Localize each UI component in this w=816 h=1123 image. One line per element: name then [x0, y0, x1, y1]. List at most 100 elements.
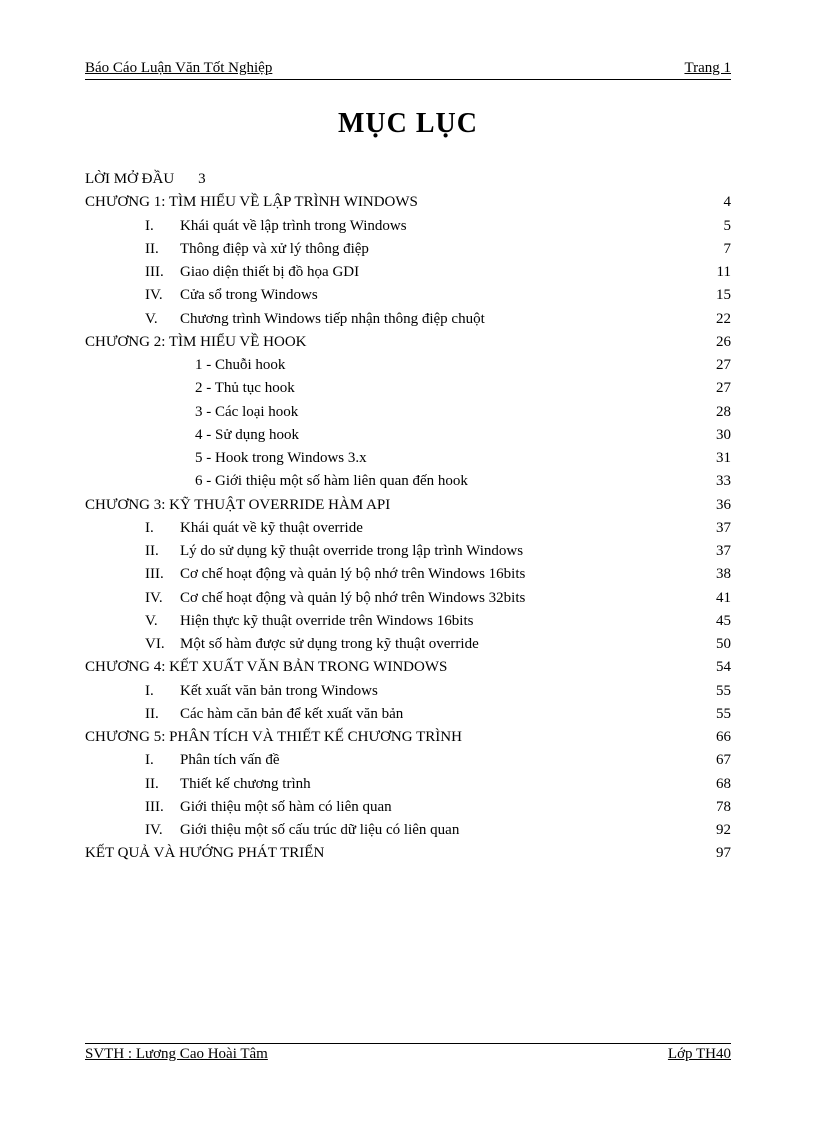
toc-page-number: 41: [701, 587, 731, 610]
toc-page-number: 36: [701, 494, 731, 517]
toc-row-left: 2 - Thủ tục hook: [85, 377, 295, 400]
toc-item-number: II.: [145, 703, 180, 726]
toc-page-number: 11: [701, 261, 731, 284]
toc-item-text: Lý do sử dụng kỹ thuật override trong lậ…: [180, 540, 523, 563]
toc-row-left: II.Thiết kế chương trình: [85, 773, 311, 796]
toc-item-text: 4 - Sử dụng hook: [195, 424, 299, 447]
toc-item-number: II.: [145, 773, 180, 796]
toc-page-number: 78: [701, 796, 731, 819]
toc-page-number: 31: [701, 447, 731, 470]
toc-item-text: Cơ chế hoạt động và quản lý bộ nhớ trên …: [180, 587, 525, 610]
toc-page-number: 15: [701, 284, 731, 307]
toc-row-left: III.Cơ chế hoạt động và quản lý bộ nhớ t…: [85, 563, 525, 586]
toc-item-number: I.: [145, 680, 180, 703]
toc-page-number: 26: [701, 331, 731, 354]
toc-row-left: 4 - Sử dụng hook: [85, 424, 299, 447]
toc-row-left: CHƯƠNG 3: KỸ THUẬT OVERRIDE HÀM API: [85, 494, 701, 517]
toc-row: 4 - Sử dụng hook 30: [85, 424, 731, 447]
toc-item-number: I.: [145, 749, 180, 772]
toc-row: 6 - Giới thiệu một số hàm liên quan đến …: [85, 470, 731, 493]
toc-row: II.Thông điệp và xử lý thông điệp 7: [85, 238, 731, 261]
toc-page-number: 67: [701, 749, 731, 772]
toc-row-left: CHƯƠNG 4: KẾT XUẤT VĂN BẢN TRONG WINDOWS: [85, 656, 701, 679]
toc-chapter-title: CHƯƠNG 2: TÌM HIỂU VỀ HOOK: [85, 331, 307, 354]
toc-row: CHƯƠNG 2: TÌM HIỂU VỀ HOOK 26: [85, 331, 731, 354]
toc-item-number: III.: [145, 261, 180, 284]
toc-row: IV.Cửa sổ trong Windows15: [85, 284, 731, 307]
page-footer: SVTH : Lương Cao Hoài Tâm Lớp TH40: [85, 1043, 731, 1063]
toc-item-number: IV.: [145, 819, 180, 842]
toc-item-number: II.: [145, 540, 180, 563]
toc-item-number: III.: [145, 563, 180, 586]
toc-item-text: Phân tích vấn đề: [180, 749, 280, 772]
toc-item-text: Chương trình Windows tiếp nhận thông điệ…: [180, 308, 485, 331]
toc-row: V.Hiện thực kỹ thuật override trên Windo…: [85, 610, 731, 633]
toc-row: III.Giao diện thiết bị đồ họa GDI 11: [85, 261, 731, 284]
toc-row: I.Phân tích vấn đề 67: [85, 749, 731, 772]
toc-row-left: CHƯƠNG 5: PHÂN TÍCH VÀ THIẾT KẾ CHƯƠNG T…: [85, 726, 701, 749]
toc-row-left: 3 - Các loại hook: [85, 401, 298, 424]
toc-item-text: Kết xuất văn bản trong Windows: [180, 680, 378, 703]
toc-row: CHƯƠNG 1: TÌM HIỂU VỀ LẬP TRÌNH WINDOWS4: [85, 191, 731, 214]
toc-row-left: VI.Một số hàm được sử dụng trong kỹ thuậ…: [85, 633, 479, 656]
toc-row: IV.Cơ chế hoạt động và quản lý bộ nhớ tr…: [85, 587, 731, 610]
toc-item-text: Hiện thực kỹ thuật override trên Windows…: [180, 610, 473, 633]
toc-page-number: 28: [701, 401, 731, 424]
toc-item-number: II.: [145, 238, 180, 261]
toc-item-text: 2 - Thủ tục hook: [195, 377, 295, 400]
toc-row: CHƯƠNG 3: KỸ THUẬT OVERRIDE HÀM API36: [85, 494, 731, 517]
toc-item-text: Giới thiệu một số cấu trúc dữ liệu có li…: [180, 819, 459, 842]
toc-item-number: I.: [145, 517, 180, 540]
toc-row-left: V.Chương trình Windows tiếp nhận thông đ…: [85, 308, 485, 331]
toc-page-number: 55: [701, 680, 731, 703]
toc-item-number: VI.: [145, 633, 180, 656]
toc-row-left: I.Khái quát về lập trình trong Windows: [85, 215, 407, 238]
toc-row-left: CHƯƠNG 2: TÌM HIỂU VỀ HOOK: [85, 331, 701, 354]
toc-item-text: Thông điệp và xử lý thông điệp: [180, 238, 369, 261]
toc-row: I.Khái quát về kỹ thuật override37: [85, 517, 731, 540]
toc-row-left: II.Thông điệp và xử lý thông điệp: [85, 238, 369, 261]
toc-item-text: Giao diện thiết bị đồ họa GDI: [180, 261, 359, 284]
toc-intro-row: LỜI MỞ ĐẦU 3: [85, 168, 731, 191]
document-title: MỤC LỤC: [85, 108, 731, 140]
header-right: Trang 1: [684, 60, 731, 77]
toc-intro-label: LỜI MỞ ĐẦU: [85, 168, 174, 191]
toc-page-number: 97: [701, 842, 731, 865]
toc-row-left: IV.Cơ chế hoạt động và quản lý bộ nhớ tr…: [85, 587, 525, 610]
toc-closing-title: KẾT QUẢ VÀ HƯỚNG PHÁT TRIỂN: [85, 842, 324, 865]
toc-item-text: Cơ chế hoạt động và quản lý bộ nhớ trên …: [180, 563, 525, 586]
toc-row: CHƯƠNG 4: KẾT XUẤT VĂN BẢN TRONG WINDOWS…: [85, 656, 731, 679]
footer-left: SVTH : Lương Cao Hoài Tâm: [85, 1046, 268, 1063]
toc-page-number: 55: [701, 703, 731, 726]
toc-row-left: 6 - Giới thiệu một số hàm liên quan đến …: [85, 470, 468, 493]
toc-row: 1 - Chuỗi hook 27: [85, 354, 731, 377]
toc-row: CHƯƠNG 5: PHÂN TÍCH VÀ THIẾT KẾ CHƯƠNG T…: [85, 726, 731, 749]
toc-row: II.Các hàm căn bản để kết xuất văn bản 55: [85, 703, 731, 726]
toc-item-number: IV.: [145, 587, 180, 610]
toc-item-text: Một số hàm được sử dụng trong kỹ thuật o…: [180, 633, 479, 656]
toc-page-number: 45: [701, 610, 731, 633]
toc-item-number: III.: [145, 796, 180, 819]
toc-page-number: 5: [701, 215, 731, 238]
toc-item-number: I.: [145, 215, 180, 238]
toc-row-left: 1 - Chuỗi hook: [85, 354, 285, 377]
toc-page-number: 7: [701, 238, 731, 261]
toc-item-text: Khái quát về lập trình trong Windows: [180, 215, 407, 238]
toc-page-number: 30: [701, 424, 731, 447]
toc-page-number: 54: [701, 656, 731, 679]
footer-right: Lớp TH40: [668, 1046, 731, 1063]
toc-row: II.Thiết kế chương trình68: [85, 773, 731, 796]
toc-item-text: 5 - Hook trong Windows 3.x: [195, 447, 367, 470]
toc-item-text: 1 - Chuỗi hook: [195, 354, 285, 377]
toc-row: I.Khái quát về lập trình trong Windows 5: [85, 215, 731, 238]
toc-row-left: II.Lý do sử dụng kỹ thuật override trong…: [85, 540, 523, 563]
toc-item-text: 3 - Các loại hook: [195, 401, 298, 424]
toc-page-number: 27: [701, 354, 731, 377]
toc-item-number: V.: [145, 610, 180, 633]
toc-row: 5 - Hook trong Windows 3.x 31: [85, 447, 731, 470]
toc-page-number: 38: [701, 563, 731, 586]
toc-row-left: III.Giao diện thiết bị đồ họa GDI: [85, 261, 359, 284]
page-header: Báo Cáo Luận Văn Tốt Nghiệp Trang 1: [85, 60, 731, 80]
toc-row-left: II.Các hàm căn bản để kết xuất văn bản: [85, 703, 403, 726]
toc-row: II.Lý do sử dụng kỹ thuật override trong…: [85, 540, 731, 563]
